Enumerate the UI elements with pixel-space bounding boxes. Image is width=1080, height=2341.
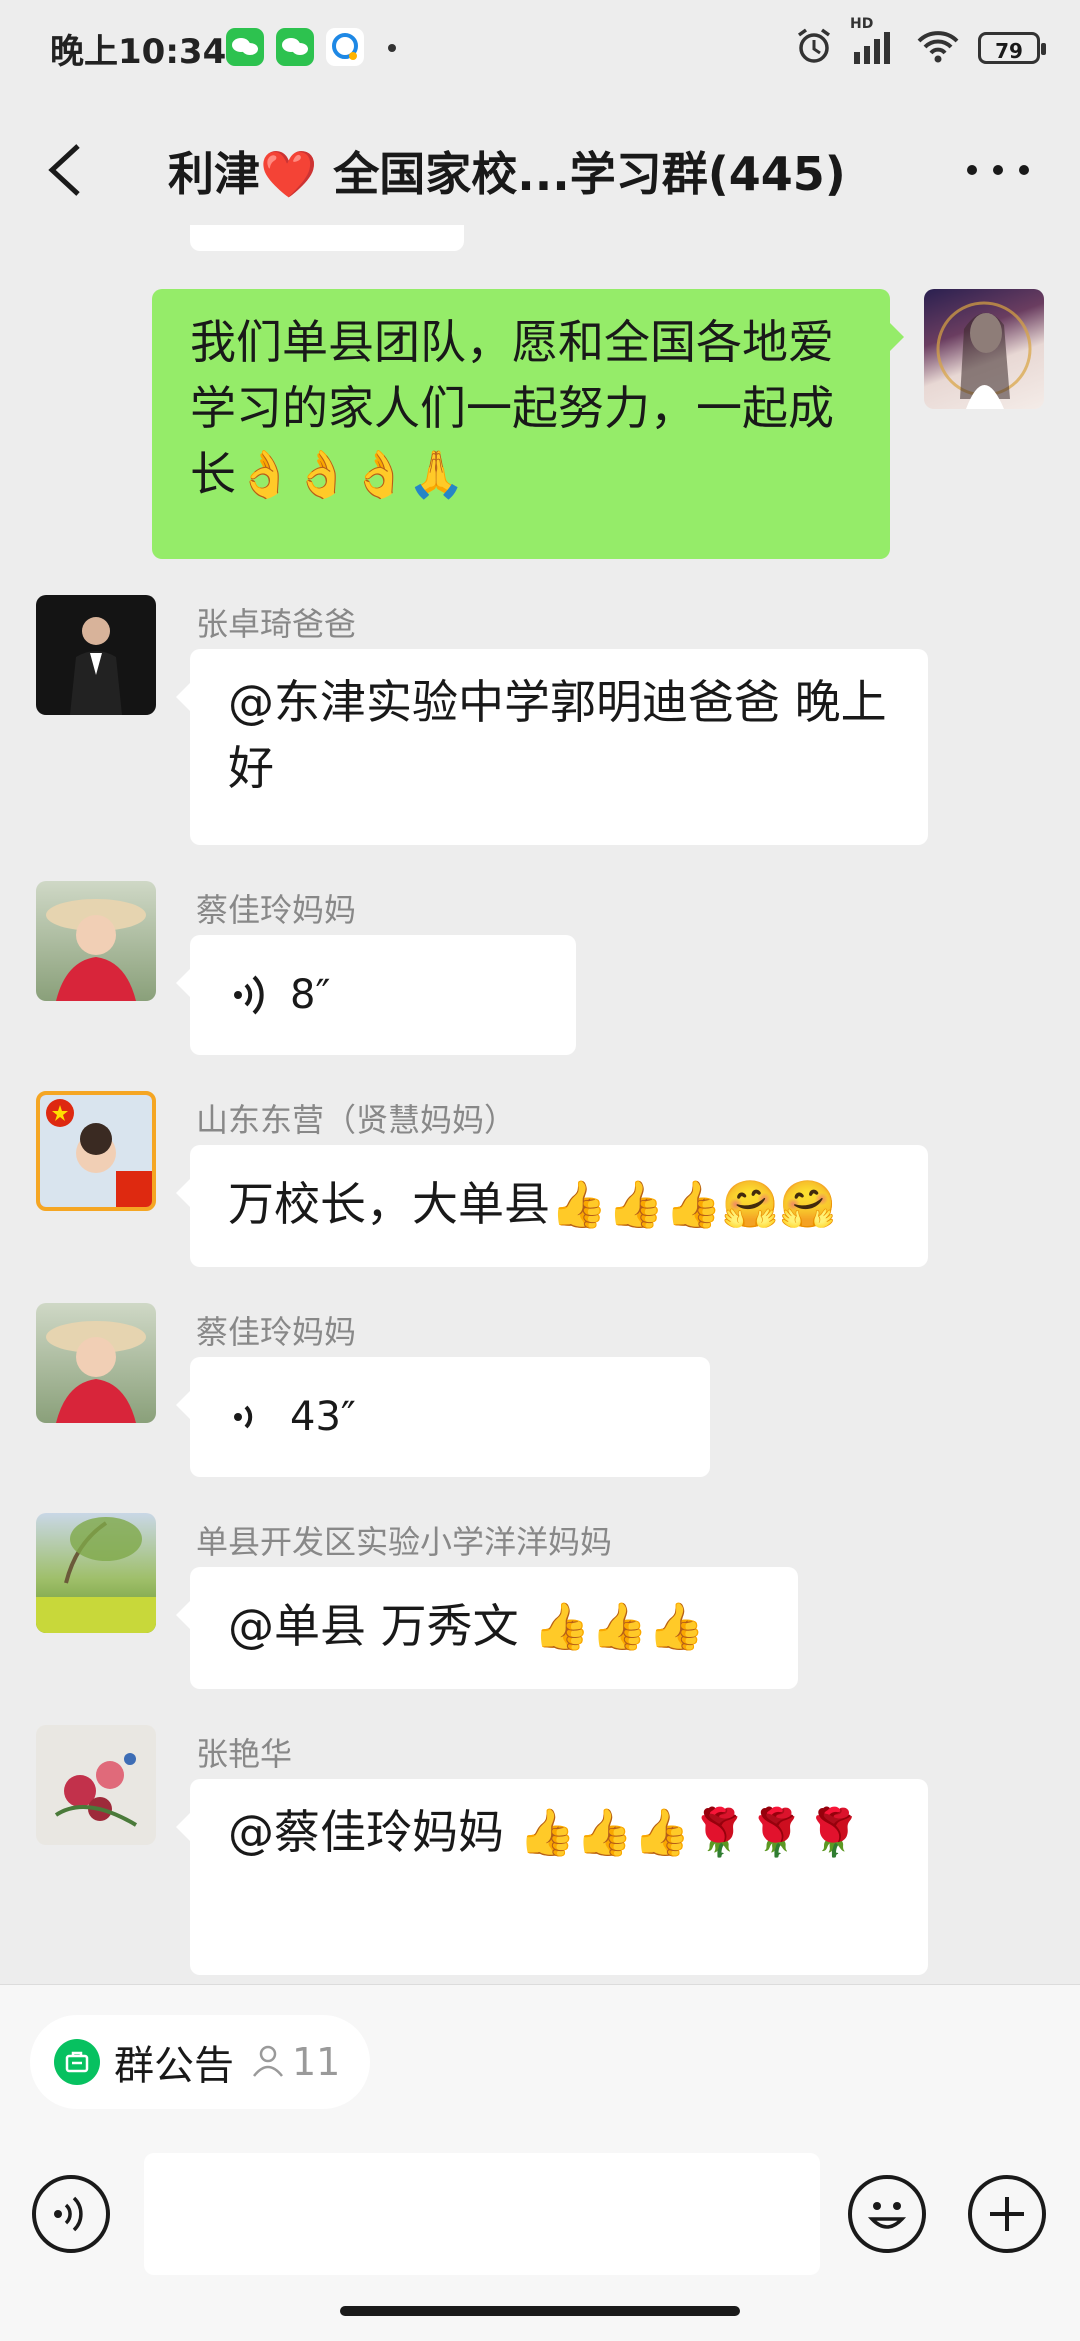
voice-message-bubble[interactable]: 43″ (176, 1357, 710, 1477)
message-bubble[interactable]: @蔡佳玲妈妈 👍👍👍🌹🌹🌹 (176, 1779, 928, 1975)
sender-name: 张卓琦爸爸 (196, 605, 357, 643)
message-text: 万校长，大单县👍👍👍🤗🤗 (228, 1177, 837, 1231)
chat-input-bar: 群公告 11 (0, 1984, 1080, 2341)
avatar[interactable] (36, 1303, 156, 1423)
message-input[interactable] (144, 2153, 820, 2275)
previous-message-bubble[interactable] (190, 225, 464, 251)
sender-name: 山东东营（贤慧妈妈） (196, 1101, 517, 1139)
message-text: @东津实验中学郭明迪爸爸 晚上好 (228, 675, 887, 795)
battery-icon: 79 (978, 32, 1046, 64)
group-notice-button[interactable]: 群公告 11 (30, 2015, 370, 2109)
avatar[interactable] (36, 1513, 156, 1633)
sender-name: 张艳华 (196, 1735, 293, 1773)
message-bubble[interactable]: 万校长，大单县👍👍👍🤗🤗 (176, 1145, 928, 1267)
message-text: @单县 万秀文 👍👍👍 (228, 1599, 706, 1653)
voice-icon (54, 2196, 83, 2232)
sender-name: 蔡佳玲妈妈 (196, 1313, 357, 1351)
message-bubble[interactable]: @东津实验中学郭明迪爸爸 晚上好 (176, 649, 928, 845)
emoji-button[interactable] (848, 2175, 926, 2253)
message-bubble-self[interactable]: 我们单县团队，愿和全国各地爱学习的家人们一起努力，一起成长👌👌👌🙏 (152, 289, 904, 559)
more-functions-button[interactable] (968, 2175, 1046, 2253)
more-notifications-dot (388, 44, 396, 52)
message-list[interactable]: 我们单县团队，愿和全国各地爱学习的家人们一起努力，一起成长👌👌👌🙏 张卓琦爸爸 … (0, 225, 1080, 1985)
signal-icon: HD (850, 16, 898, 70)
status-time: 晚上10:34 (50, 32, 227, 72)
wechat-notification-icon (276, 28, 314, 66)
more-icon (967, 165, 1029, 175)
voice-duration: 8″ (290, 972, 331, 1018)
avatar[interactable] (36, 881, 156, 1001)
voice-message-bubble[interactable]: 8″ (176, 935, 576, 1055)
plus-icon (990, 2197, 1024, 2231)
notice-count: 11 (292, 2040, 341, 2084)
voice-wave-icon (234, 1405, 253, 1429)
voice-wave-icon (234, 975, 264, 1015)
more-options-button[interactable] (958, 130, 1038, 210)
home-indicator[interactable] (340, 2306, 740, 2316)
status-bar: 晚上10:34 HD 79 (0, 0, 1080, 100)
person-icon (250, 2042, 286, 2082)
notice-icon (54, 2039, 100, 2085)
chat-header: 利津❤️ 全国家校...学习群(445) (0, 100, 1080, 240)
sender-name: 单县开发区实验小学洋洋妈妈 (196, 1523, 613, 1561)
my-avatar[interactable] (924, 289, 1044, 409)
message-text: 我们单县团队，愿和全国各地爱学习的家人们一起努力，一起成长👌👌👌🙏 (190, 315, 834, 501)
emoji-icon (867, 2202, 907, 2229)
avatar[interactable] (36, 595, 156, 715)
message-bubble[interactable]: @单县 万秀文 👍👍👍 (176, 1567, 798, 1689)
back-button[interactable] (30, 130, 110, 210)
chat-title[interactable]: 利津❤️ 全国家校...学习群(445) (168, 138, 928, 204)
back-icon (48, 144, 80, 196)
wechat-notification-icon (226, 28, 264, 66)
sender-name: 蔡佳玲妈妈 (196, 891, 357, 929)
alarm-icon (794, 26, 834, 70)
avatar[interactable] (36, 1091, 156, 1211)
voice-duration: 43″ (290, 1394, 356, 1440)
chat-notification-icon (326, 28, 364, 66)
notice-label: 群公告 (114, 2043, 234, 2089)
avatar[interactable] (36, 1725, 156, 1845)
wifi-icon (916, 26, 960, 70)
network-type-label: HD (850, 16, 874, 32)
message-text: @蔡佳玲妈妈 👍👍👍🌹🌹🌹 (228, 1805, 863, 1859)
voice-input-button[interactable] (32, 2175, 110, 2253)
